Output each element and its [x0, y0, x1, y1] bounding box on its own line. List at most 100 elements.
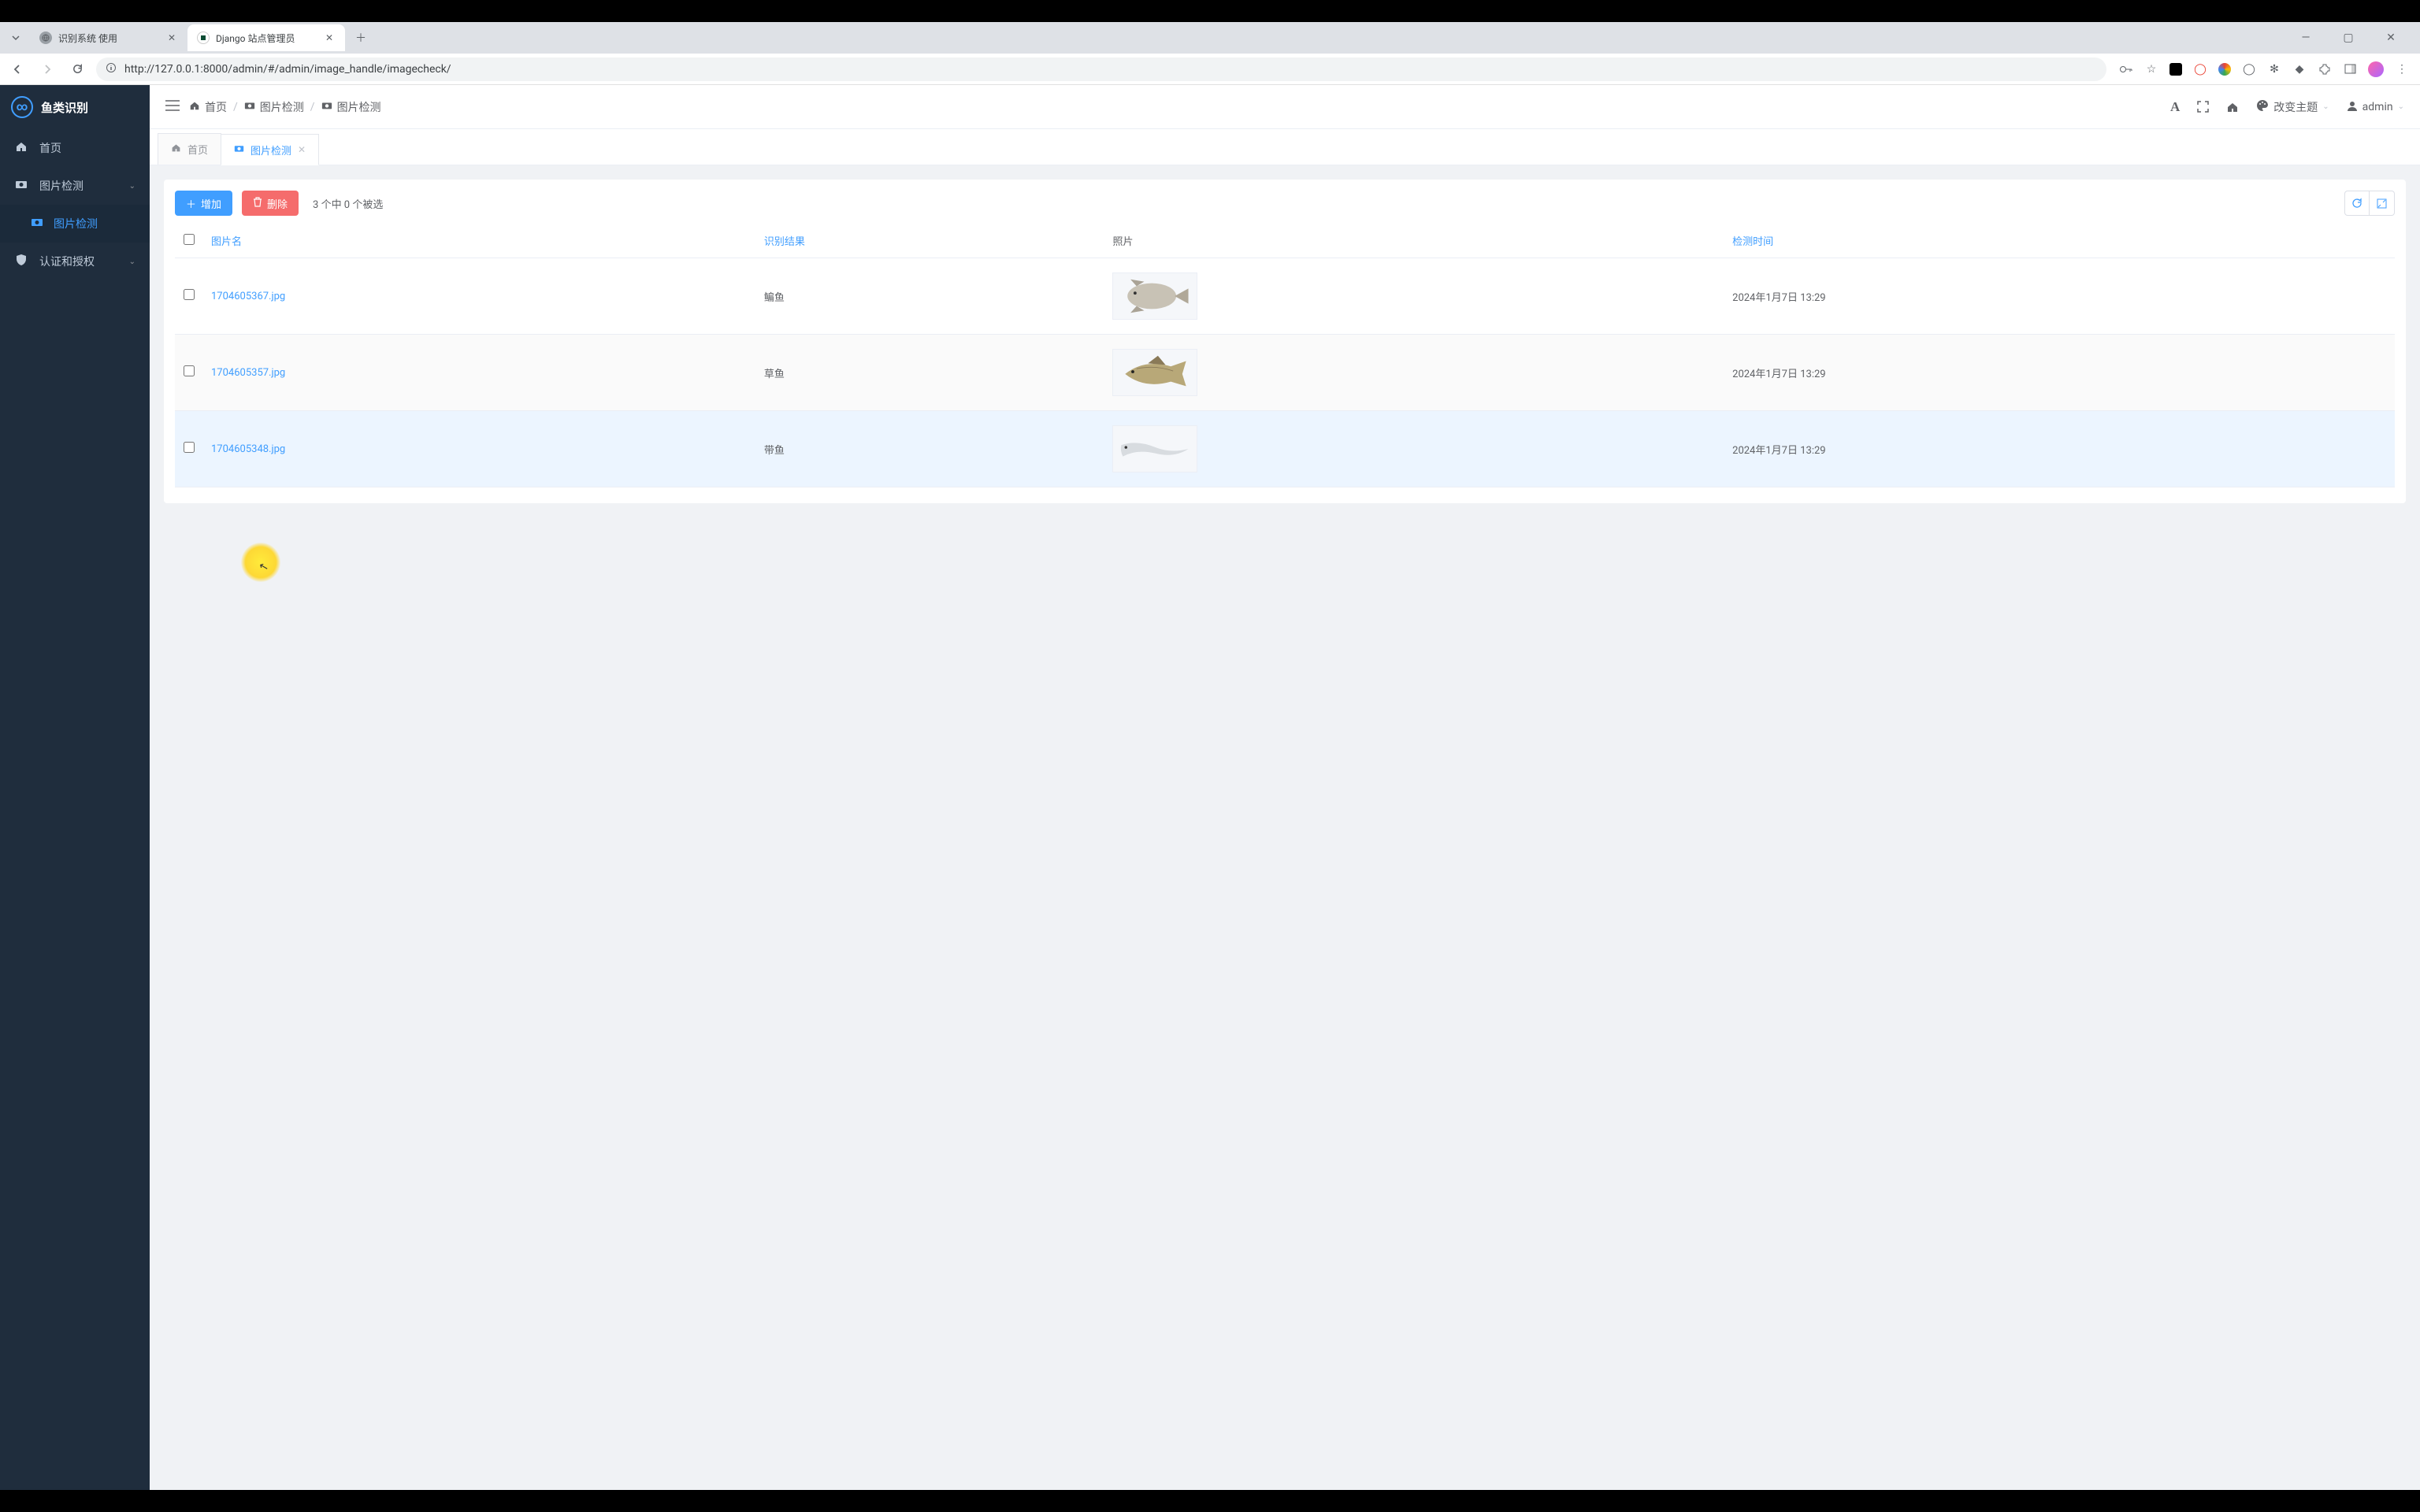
- file-link[interactable]: 1704605357.jpg: [211, 367, 285, 379]
- extension-icon[interactable]: ◯: [2242, 62, 2256, 76]
- topbar: 首页 / 图片检测 / 图片检测 A: [150, 85, 2420, 129]
- browser-tab[interactable]: Django 站点管理员 ✕: [187, 24, 345, 51]
- delete-button[interactable]: 删除: [242, 191, 299, 216]
- tab-title: 识别系统 使用: [58, 32, 159, 45]
- font-size-button[interactable]: A: [2170, 99, 2180, 115]
- home-icon: [171, 143, 181, 156]
- url-text: http://127.0.0.1:8000/admin/#/admin/imag…: [124, 63, 451, 76]
- browser-tab-strip: 识别系统 使用 ✕ Django 站点管理员 ✕ ＋ ― ▢ ✕: [0, 22, 2420, 54]
- sidebar-item-auth[interactable]: 认证和授权 ⌄: [0, 243, 150, 280]
- table-card: ＋ 增加 删除 3 个中 0 个被选: [164, 180, 2406, 503]
- sidebar-item-label: 认证和授权: [39, 254, 95, 269]
- sidebar-item-home[interactable]: 首页: [0, 129, 150, 167]
- browser-tab[interactable]: 识别系统 使用 ✕: [30, 24, 187, 51]
- thumbnail[interactable]: [1112, 349, 1197, 396]
- thumbnail[interactable]: [1112, 425, 1197, 472]
- site-info-icon[interactable]: [106, 62, 117, 76]
- table-toolbar: ＋ 增加 删除 3 个中 0 个被选: [175, 191, 2395, 216]
- col-header-result[interactable]: 识别结果: [756, 224, 1105, 258]
- row-checkbox[interactable]: [184, 365, 195, 376]
- theme-switcher[interactable]: 改变主题 ⌄: [2256, 99, 2329, 115]
- content-area: ＋ 增加 删除 3 个中 0 个被选: [150, 165, 2420, 1490]
- camera-icon: [234, 143, 244, 157]
- star-icon[interactable]: ☆: [2144, 62, 2158, 76]
- col-header-time[interactable]: 检测时间: [1724, 224, 2395, 258]
- breadcrumb: 首页 / 图片检测 / 图片检测: [189, 99, 381, 115]
- reload-button[interactable]: [66, 58, 88, 80]
- selection-count: 3 个中 0 个被选: [313, 196, 383, 211]
- brand: ∞ 鱼类识别: [0, 85, 150, 129]
- home-icon: [189, 100, 200, 114]
- menu-icon[interactable]: ⋮: [2395, 62, 2409, 76]
- add-button[interactable]: ＋ 增加: [175, 191, 232, 216]
- extension-icon[interactable]: [2169, 63, 2182, 76]
- django-icon: [197, 32, 210, 44]
- col-header-photo: 照片: [1104, 224, 1724, 258]
- row-checkbox[interactable]: [184, 289, 195, 300]
- sidebar-item-label: 图片检测: [39, 178, 84, 194]
- sidebar: ∞ 鱼类识别 首页 图片检测 ⌄ 图片检测: [0, 85, 150, 1490]
- refresh-button[interactable]: [2344, 191, 2370, 216]
- page-tab-bar: 首页 图片检测 ✕: [150, 129, 2420, 165]
- hamburger-icon[interactable]: [165, 100, 180, 114]
- maximize-button[interactable]: ▢: [2335, 32, 2362, 44]
- chevron-down-icon: ⌄: [2322, 102, 2329, 111]
- row-checkbox[interactable]: [184, 442, 195, 453]
- extension-icon[interactable]: ◆: [2292, 62, 2307, 76]
- result-text: 带鱼: [764, 445, 785, 457]
- minimize-button[interactable]: ―: [2292, 32, 2319, 44]
- trash-icon: [253, 197, 262, 209]
- camera-icon: [14, 178, 28, 194]
- close-icon[interactable]: ✕: [298, 144, 306, 155]
- close-window-button[interactable]: ✕: [2377, 32, 2404, 44]
- fullscreen-button[interactable]: [2197, 101, 2209, 113]
- extension-icon[interactable]: ◯: [2193, 62, 2207, 76]
- breadcrumb-item[interactable]: 图片检测: [244, 99, 304, 115]
- page-tab-image-detect[interactable]: 图片检测 ✕: [221, 134, 319, 165]
- back-button[interactable]: [6, 58, 28, 80]
- result-text: 鳊鱼: [764, 292, 785, 304]
- file-link[interactable]: 1704605367.jpg: [211, 291, 285, 302]
- extension-icon[interactable]: [2218, 63, 2231, 76]
- extensions-menu-icon[interactable]: [2318, 62, 2332, 76]
- table-header-row: 图片名 识别结果 照片 检测时间: [175, 224, 2395, 258]
- new-tab-button[interactable]: ＋: [350, 27, 372, 49]
- thumbnail[interactable]: [1112, 272, 1197, 320]
- url-input[interactable]: http://127.0.0.1:8000/admin/#/admin/imag…: [96, 57, 2106, 81]
- window-controls: ― ▢ ✕: [2292, 32, 2415, 44]
- sidebar-item-image-detect[interactable]: 图片检测 ⌄: [0, 167, 150, 205]
- topbar-right: A 改变主题 ⌄ admin ⌄: [2170, 99, 2404, 115]
- camera-icon: [321, 100, 332, 114]
- time-text: 2024年1月7日 13:29: [1732, 369, 1825, 380]
- close-icon[interactable]: ✕: [165, 32, 178, 44]
- file-link[interactable]: 1704605348.jpg: [211, 443, 285, 455]
- plus-icon: ＋: [186, 196, 196, 211]
- password-icon[interactable]: [2119, 62, 2133, 76]
- palette-icon: [2256, 99, 2269, 115]
- chevron-down-icon: ⌄: [129, 258, 135, 266]
- extension-icon[interactable]: ✻: [2267, 62, 2281, 76]
- table-row: 1704605357.jpg草鱼2024年1月7日 13:29: [175, 335, 2395, 411]
- user-icon: [2347, 100, 2358, 114]
- sidebar-item-label: 图片检测: [54, 216, 98, 232]
- time-text: 2024年1月7日 13:29: [1732, 445, 1825, 457]
- forward-button[interactable]: [36, 58, 58, 80]
- col-header-name[interactable]: 图片名: [203, 224, 756, 258]
- sidebar-subitem-image-detect[interactable]: 图片检测: [0, 205, 150, 243]
- home-button[interactable]: [2226, 101, 2239, 113]
- page-tab-home[interactable]: 首页: [158, 133, 221, 165]
- select-all-checkbox[interactable]: [184, 234, 195, 245]
- breadcrumb-item[interactable]: 图片检测: [321, 99, 381, 115]
- profile-avatar[interactable]: [2368, 61, 2384, 77]
- main-area: 首页 / 图片检测 / 图片检测 A: [150, 85, 2420, 1490]
- breadcrumb-home[interactable]: 首页: [189, 99, 227, 115]
- side-panel-icon[interactable]: [2343, 62, 2357, 76]
- breadcrumb-sep: /: [233, 101, 238, 113]
- address-bar: http://127.0.0.1:8000/admin/#/admin/imag…: [0, 54, 2420, 85]
- tab-title: Django 站点管理员: [216, 32, 317, 45]
- home-icon: [14, 140, 28, 156]
- user-menu[interactable]: admin ⌄: [2347, 100, 2404, 114]
- tab-search-dropdown[interactable]: [5, 27, 27, 49]
- expand-button[interactable]: [2370, 191, 2395, 216]
- close-icon[interactable]: ✕: [323, 32, 336, 44]
